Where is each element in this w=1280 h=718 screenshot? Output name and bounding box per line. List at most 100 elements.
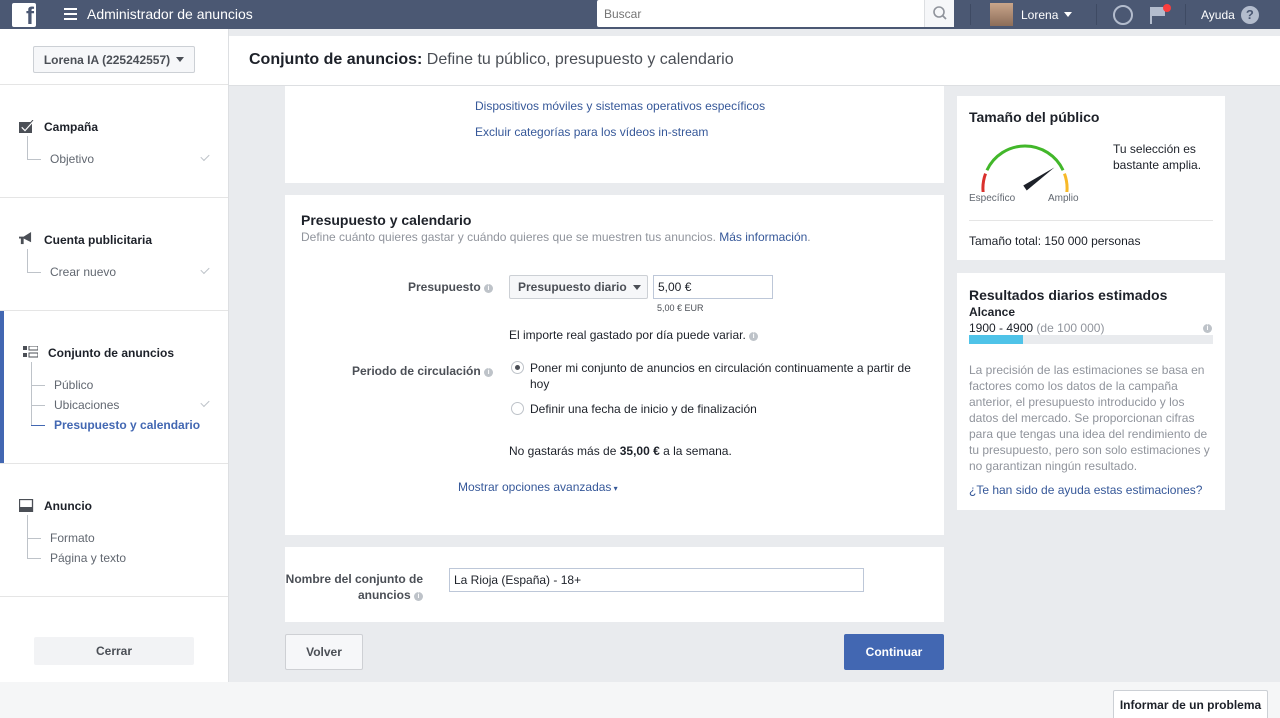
chevron-down-icon	[176, 57, 185, 62]
info-icon[interactable]: i	[1203, 324, 1212, 333]
option-continuous-label[interactable]: Poner mi conjunto de anuncios en circula…	[530, 360, 911, 392]
sidebar-item-placements[interactable]: Ubicaciones	[54, 398, 119, 412]
sidebar-section-campaign[interactable]: Campaña	[44, 120, 98, 134]
budget-type-select[interactable]: Presupuesto diario	[509, 275, 648, 299]
sidebar-item-budget-schedule[interactable]: Presupuesto y calendario	[54, 418, 200, 432]
info-icon[interactable]: i	[484, 368, 494, 377]
divider	[969, 220, 1213, 221]
placements-card: Dispositivos móviles y sistemas operativ…	[285, 86, 944, 183]
close-button[interactable]: Cerrar	[34, 637, 194, 665]
reach-range: 1900 - 4900	[969, 321, 1034, 335]
divider	[0, 596, 228, 597]
budget-label-text: Presupuesto	[408, 280, 481, 294]
ad-set-name-value: La Rioja (España) - 18+	[454, 573, 582, 587]
ad-set-name-label-2: anuncios	[357, 588, 411, 602]
weekly-prefix: No gastarás más de	[509, 444, 620, 458]
sidebar-item-create-new[interactable]: Crear nuevo	[50, 265, 116, 279]
gauge-min-label: Específico	[969, 193, 1016, 204]
user-name: Lorena	[1021, 7, 1059, 22]
avatar	[990, 3, 1013, 26]
campaign-check-icon	[19, 120, 34, 133]
search-icon	[933, 6, 947, 20]
info-icon[interactable]: i	[484, 284, 494, 293]
more-info-link[interactable]: Más información	[719, 230, 807, 244]
audience-gauge	[981, 144, 1069, 192]
active-section-indicator	[0, 311, 4, 463]
schedule-label: Periodo de circulación i	[352, 364, 494, 378]
help-button[interactable]: Ayuda?	[1201, 6, 1259, 24]
devices-os-link[interactable]: Dispositivos móviles y sistemas operativ…	[475, 99, 765, 113]
disclaimer-line: no garantizan ningún resultado.	[969, 459, 1138, 473]
audience-total: Tamaño total: 150 000 personas	[969, 234, 1141, 248]
facebook-logo-icon[interactable]: f	[12, 3, 36, 27]
footer	[0, 682, 1280, 718]
reach-bar	[969, 335, 1213, 344]
search-box[interactable]	[597, 0, 954, 27]
sidebar-section-ad-set[interactable]: Conjunto de anuncios	[48, 346, 174, 360]
page-title-bold: Conjunto de anuncios:	[249, 51, 423, 68]
option-continuous-text: Poner mi conjunto de anuncios en circula…	[530, 361, 911, 375]
audience-size-title: Tamaño del público	[969, 109, 1100, 125]
gauge-arc-broad	[1063, 173, 1069, 192]
page-title: Conjunto de anuncios: Define tu público,…	[249, 51, 734, 69]
exclude-instream-link[interactable]: Excluir categorías para los vídeos in-st…	[475, 125, 708, 139]
daily-estimates-card: Resultados diarios estimados Alcance 190…	[957, 273, 1225, 510]
user-menu[interactable]: Lorena	[990, 3, 1073, 26]
info-icon[interactable]: i	[749, 332, 759, 341]
topbar-separator	[970, 4, 971, 25]
ad-set-name-input[interactable]: La Rioja (España) - 18+	[449, 568, 864, 592]
sidebar-item-objective[interactable]: Objetivo	[50, 152, 94, 166]
weekly-suffix: a la semana.	[659, 444, 732, 458]
budget-section-title: Presupuesto y calendario	[301, 212, 472, 228]
tree-line	[27, 272, 41, 273]
audience-verdict-1: Tu selección es	[1113, 142, 1196, 156]
gauge-arc-ideal	[985, 144, 1065, 171]
period: .	[807, 230, 811, 244]
weekly-amount: 35,00 €	[619, 444, 660, 458]
divider	[0, 84, 228, 85]
budget-description: Define cuánto quieres gastar y cuándo qu…	[301, 230, 811, 244]
back-button[interactable]: Volver	[285, 634, 363, 670]
disclaimer-line: tu presupuesto, pero son solo estimacion…	[969, 443, 1210, 457]
checkmark-icon	[200, 264, 210, 275]
estimates-feedback-link[interactable]: ¿Te han sido de ayuda estas estimaciones…	[969, 483, 1202, 497]
gauge-needle	[1023, 167, 1055, 191]
audience-verdict-2: bastante amplia.	[1113, 158, 1202, 172]
help-icon: ?	[1240, 6, 1259, 24]
info-icon[interactable]: i	[414, 592, 423, 601]
sidebar: Lorena IA (225242557) Campaña Objetivo C…	[0, 29, 229, 682]
sidebar-item-format[interactable]: Formato	[50, 531, 95, 545]
search-button[interactable]	[924, 0, 954, 27]
budget-amount-input[interactable]: 5,00 €	[653, 275, 773, 299]
continue-button[interactable]: Continuar	[844, 634, 944, 670]
divider	[0, 197, 228, 198]
tree-line	[31, 362, 32, 426]
reach-of: (de 100 000)	[1033, 321, 1105, 335]
gauge-max-label: Amplio	[1048, 193, 1079, 204]
radio-date-range[interactable]	[511, 402, 524, 415]
radio-continuous[interactable]	[511, 361, 524, 374]
reach-value: 1900 - 4900 (de 100 000)	[969, 321, 1104, 335]
sidebar-section-ad[interactable]: Anuncio	[44, 499, 92, 513]
report-problem-button[interactable]: Informar de un problema	[1113, 690, 1268, 718]
tree-line	[31, 385, 45, 386]
search-input[interactable]	[597, 0, 923, 27]
sidebar-item-audience[interactable]: Público	[54, 378, 93, 392]
tree-line	[31, 425, 45, 426]
app-title[interactable]: Administrador de anuncios	[87, 6, 253, 22]
sidebar-item-page-text[interactable]: Página y texto	[50, 551, 126, 565]
globe-icon[interactable]	[1113, 5, 1133, 25]
tree-line	[27, 538, 41, 539]
menu-icon[interactable]	[64, 8, 77, 20]
option-dates-label[interactable]: Definir una fecha de inicio y de finaliz…	[530, 402, 757, 416]
account-selector[interactable]: Lorena IA (225242557)	[33, 46, 195, 73]
sidebar-section-ad-account[interactable]: Cuenta publicitaria	[44, 233, 152, 247]
divider	[0, 463, 228, 464]
disclaimer-line: para que tengas una idea del rendimiento…	[969, 427, 1208, 441]
chevron-down-icon	[1064, 12, 1073, 17]
account-selector-label: Lorena IA (225242557)	[43, 52, 171, 67]
help-label: Ayuda	[1201, 8, 1235, 22]
weekly-cap-note: No gastarás más de 35,00 € a la semana.	[509, 444, 732, 458]
notifications-flag-icon[interactable]	[1148, 4, 1171, 25]
advanced-options-link[interactable]: Mostrar opciones avanzadas ▾	[458, 480, 618, 494]
